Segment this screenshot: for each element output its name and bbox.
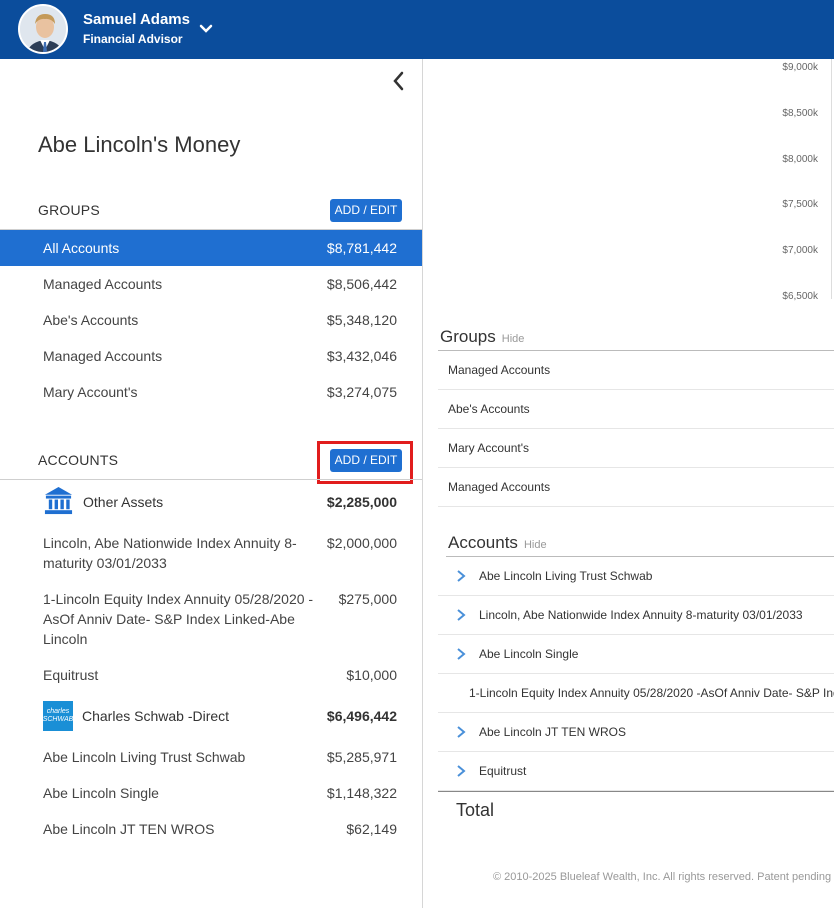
schwab-logo-icon: charles SCHWAB	[43, 701, 73, 731]
group-name: All Accounts	[43, 240, 120, 256]
groups-section-title: Groups Hide	[440, 327, 524, 347]
group-name: Mary Account's	[43, 384, 138, 400]
account-amount: $1,148,322	[326, 785, 397, 801]
account-list-item[interactable]: 1-Lincoln Equity Index Annuity 05/28/202…	[438, 674, 834, 713]
institution-name: Charles Schwab -Direct	[82, 708, 230, 724]
account-row[interactable]: Lincoln, Abe Nationwide Index Annuity 8-…	[0, 533, 422, 573]
highlight-box	[317, 441, 413, 484]
total-label: Total	[456, 800, 495, 820]
account-row[interactable]: Abe Lincoln Single $1,148,322	[0, 783, 422, 803]
group-amount: $8,781,442	[326, 240, 397, 256]
account-name: Abe Lincoln Living Trust Schwab	[43, 749, 246, 765]
sidebar: Abe Lincoln's Money GROUPS ADD / EDIT Al…	[0, 59, 422, 908]
group-row[interactable]: Managed Accounts $3,432,046	[0, 338, 422, 374]
group-amount: $5,348,120	[326, 312, 397, 328]
account-list-name: Abe Lincoln JT TEN WROS	[479, 725, 626, 739]
account-row[interactable]: 1-Lincoln Equity Index Annuity 05/28/202…	[0, 589, 422, 649]
group-row[interactable]: Abe's Accounts $5,348,120	[0, 302, 422, 338]
chevron-right-icon	[457, 726, 466, 738]
accounts-divider	[0, 479, 422, 480]
account-list-name: Abe Lincoln Living Trust Schwab	[479, 569, 653, 583]
group-list-item[interactable]: Abe's Accounts	[438, 390, 834, 429]
account-list-name: Equitrust	[479, 764, 527, 778]
chevron-right-icon	[457, 648, 466, 660]
chart-y-tick: $7,500k	[782, 199, 818, 210]
top-header: Samuel Adams Financial Advisor	[0, 0, 834, 59]
account-list-item[interactable]: Lincoln, Abe Nationwide Index Annuity 8-…	[438, 596, 834, 635]
account-row[interactable]: Abe Lincoln JT TEN WROS $62,149	[0, 819, 422, 839]
group-row-all-accounts[interactable]: All Accounts $8,781,442	[0, 230, 422, 266]
page-title: Abe Lincoln's Money	[38, 132, 241, 157]
accounts-section-title: Accounts Hide	[448, 533, 547, 553]
institution-name: Other Assets	[83, 494, 164, 510]
groups-title: Groups	[440, 327, 496, 346]
account-name: Equitrust	[43, 667, 99, 683]
chart-y-tick: $9,000k	[782, 62, 818, 73]
chart-y-tick: $8,000k	[782, 154, 818, 165]
chevron-right-icon	[457, 765, 466, 777]
user-menu-chevron-icon[interactable]	[197, 20, 215, 38]
group-amount: $8,506,442	[326, 276, 397, 292]
account-list-item[interactable]: Equitrust	[438, 752, 834, 791]
account-list-item[interactable]: Abe Lincoln Single	[438, 635, 834, 674]
institution-amount: $2,285,000	[326, 494, 397, 510]
footer-copyright: © 2010-2025 Blueleaf Wealth, Inc. All ri…	[493, 871, 832, 883]
groups-hide-link[interactable]: Hide	[502, 333, 525, 345]
collapse-sidebar-chevron-icon[interactable]	[388, 70, 410, 92]
accounts-title: Accounts	[448, 533, 518, 552]
accounts-hide-link[interactable]: Hide	[524, 539, 547, 551]
institution-row-other-assets[interactable]: Other Assets $2,285,000	[0, 485, 422, 519]
account-name: Abe Lincoln JT TEN WROS	[43, 821, 215, 837]
user-name: Samuel Adams	[83, 11, 190, 28]
account-row[interactable]: Abe Lincoln Living Trust Schwab $5,285,9…	[0, 747, 422, 767]
account-amount: $62,149	[346, 821, 397, 837]
account-amount: $2,000,000	[326, 535, 397, 551]
group-amount: $3,432,046	[326, 348, 397, 364]
account-list-name: Abe Lincoln Single	[479, 647, 579, 661]
account-list-name: Lincoln, Abe Nationwide Index Annuity 8-…	[479, 608, 803, 622]
account-name: Abe Lincoln Single	[43, 785, 159, 801]
account-amount: $10,000	[346, 667, 397, 683]
schwab-logo-line: charles	[46, 708, 70, 715]
account-list-name: 1-Lincoln Equity Index Annuity 05/28/202…	[469, 686, 834, 700]
chart-y-tick: $6,500k	[782, 291, 818, 302]
groups-add-edit-button[interactable]: ADD / EDIT	[330, 199, 402, 222]
account-name: Lincoln, Abe Nationwide Index Annuity 8-…	[43, 535, 297, 571]
account-list-item[interactable]: Abe Lincoln Living Trust Schwab	[438, 557, 834, 596]
account-row[interactable]: Equitrust $10,000	[0, 665, 422, 685]
total-divider	[438, 791, 834, 792]
account-name: 1-Lincoln Equity Index Annuity 05/28/202…	[43, 591, 314, 647]
group-amount: $3,274,075	[326, 384, 397, 400]
group-list-item[interactable]: Managed Accounts	[438, 468, 834, 507]
main-panel: $9,000k $8,500k $8,000k $7,500k $7,000k …	[423, 59, 834, 908]
account-list-item[interactable]: Abe Lincoln JT TEN WROS	[438, 713, 834, 752]
group-name: Abe's Accounts	[43, 312, 139, 328]
bank-icon	[43, 485, 74, 519]
chevron-right-icon	[457, 609, 466, 621]
chart-y-axis-line	[831, 59, 832, 299]
schwab-logo-line: SCHWAB	[42, 716, 74, 723]
institution-row-charles-schwab[interactable]: charles SCHWAB Charles Schwab -Direct $6…	[0, 699, 422, 733]
avatar-portrait-icon	[20, 6, 66, 52]
chart-y-tick: $7,000k	[782, 245, 818, 256]
group-row[interactable]: Managed Accounts $8,506,442	[0, 266, 422, 302]
group-list-item[interactable]: Managed Accounts	[438, 351, 834, 390]
group-row[interactable]: Mary Account's $3,274,075	[0, 374, 422, 410]
chart-y-tick: $8,500k	[782, 108, 818, 119]
group-name: Managed Accounts	[43, 276, 163, 292]
account-amount: $5,285,971	[326, 749, 397, 765]
group-list-item[interactable]: Mary Account's	[438, 429, 834, 468]
groups-heading: GROUPS	[38, 202, 100, 218]
accounts-heading: ACCOUNTS	[38, 452, 119, 468]
chevron-right-icon	[457, 570, 466, 582]
account-amount: $275,000	[338, 591, 397, 607]
user-avatar[interactable]	[18, 4, 68, 54]
user-role: Financial Advisor	[83, 32, 183, 46]
institution-amount: $6,496,442	[326, 708, 397, 724]
group-name: Managed Accounts	[43, 348, 163, 364]
